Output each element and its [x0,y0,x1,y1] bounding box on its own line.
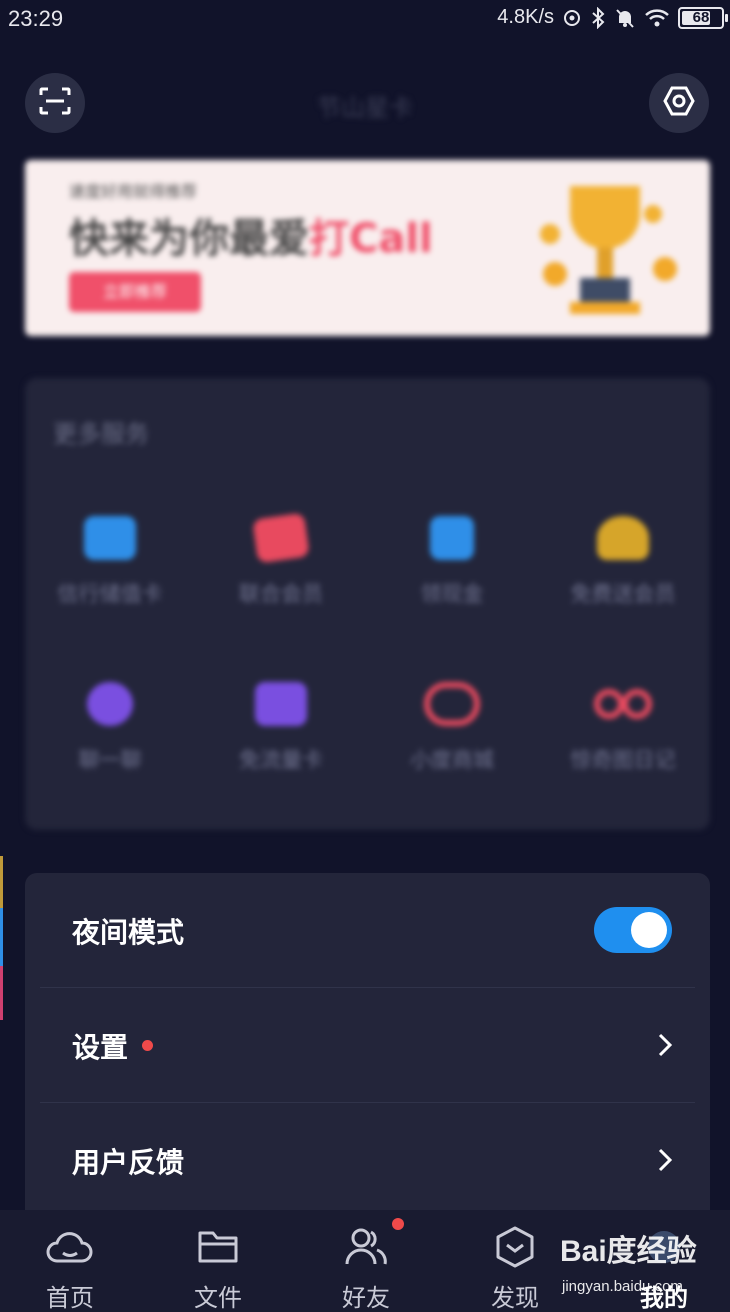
settings-label: 设置 [72,1030,129,1064]
service-label: 小度商城 [410,748,494,772]
banner-title-accent: 打Call [309,216,433,262]
folder-icon [168,1224,268,1270]
promo-banner[interactable]: 速度好用就得推荐 快来为你最爱打Call 立即推荐 [25,160,710,336]
nav-label: 发现 [491,1284,539,1312]
sync-icon [562,8,582,28]
feedback-label: 用户反馈 [72,1145,185,1179]
nav-label: 文件 [194,1284,242,1312]
service-item[interactable]: 免流量卡 [196,682,366,774]
watermark-sub: jingyan.baidu.com [562,1278,683,1295]
sim-icon [255,682,307,726]
cloud-icon [20,1224,120,1270]
gear-icon [663,86,695,120]
settings-badge-dot [142,1040,153,1051]
settings-gear-button[interactable] [649,73,709,133]
banner-subtitle: 速度好用就得推荐 [69,182,198,201]
friends-icon [316,1224,416,1270]
friends-badge-dot [392,1218,404,1230]
nav-label: 首页 [46,1284,94,1312]
banner-button[interactable]: 立即推荐 [69,272,201,312]
service-item[interactable]: 领现金 [367,516,537,608]
banner-title-main: 快来为你最爱 [69,216,309,262]
page-title: 节山星卡 [317,94,413,122]
mute-bell-icon [614,7,636,29]
settings-row[interactable]: 设置 [25,988,710,1103]
card-icon [84,516,136,560]
baidu-watermark: Bai度经验 jingyan.baidu.com [560,1222,730,1312]
service-item[interactable]: 惊奇图日记 [538,682,708,774]
shop-icon [424,682,480,726]
service-label: 信行储值卡 [57,582,163,606]
service-item[interactable]: 聊一聊 [25,682,195,774]
watermark-main: Bai度经验 [560,1235,697,1268]
nav-item-discover[interactable]: 发现 [465,1224,565,1312]
infinity-icon [591,682,655,726]
status-time: 23:29 [8,6,64,31]
service-label: 领现金 [420,582,484,606]
night-mode-label: 夜间模式 [72,915,185,949]
services-panel: 更多服务 信行储值卡 联合会员 领现金 免费送会员 聊一聊 免流量卡 小度商城 … [25,378,710,830]
service-label: 惊奇图日记 [570,748,676,772]
status-icons: 4.8K/s 68 [497,6,728,29]
trophy-icon [540,186,677,314]
banner-title: 快来为你最爱打Call [69,206,433,264]
services-title: 更多服务 [53,420,149,448]
network-speed: 4.8K/s [497,6,554,28]
chevron-right-icon [658,1033,673,1057]
service-item[interactable]: 免费送会员 [538,516,708,608]
side-stripe [0,966,3,1020]
bluetooth-icon [590,6,606,29]
service-item[interactable]: 联合会员 [196,512,366,608]
nav-item-files[interactable]: 文件 [168,1224,268,1312]
scan-button[interactable] [25,73,85,133]
night-mode-row: 夜间模式 [25,873,710,988]
service-label: 免流量卡 [239,748,323,772]
wallet-icon [430,516,474,560]
service-label: 聊一聊 [78,748,142,772]
nav-item-friends[interactable]: 好友 [316,1218,416,1312]
nav-label: 好友 [342,1284,390,1312]
service-item[interactable]: 信行储值卡 [25,516,195,608]
status-bar: 23:29 4.8K/s 68 [0,0,730,40]
service-item[interactable]: 小度商城 [367,682,537,774]
night-mode-toggle[interactable] [594,907,672,953]
discover-icon [465,1224,565,1270]
scan-icon [39,87,71,119]
settings-card: 夜间模式 设置 用户反馈 [25,873,710,1233]
wifi-icon [644,8,670,28]
side-stripe [0,856,3,908]
toggle-knob [631,912,667,948]
service-label: 免费送会员 [570,582,676,606]
chat-icon [87,682,133,726]
battery-icon: 68 [678,6,728,29]
nav-item-home[interactable]: 首页 [20,1224,120,1312]
service-label: 联合会员 [239,582,323,606]
ticket-icon [252,512,310,564]
chevron-right-icon [658,1148,673,1172]
gift-icon [597,516,649,560]
battery-level: 68 [692,9,710,26]
feedback-row[interactable]: 用户反馈 [25,1103,710,1218]
side-stripe [0,908,3,966]
